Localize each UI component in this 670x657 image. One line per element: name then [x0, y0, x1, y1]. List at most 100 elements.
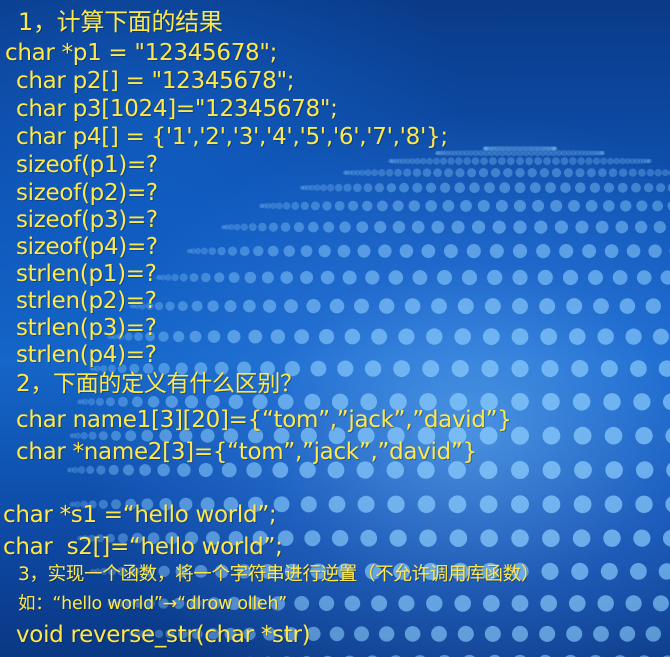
globe-dot	[412, 270, 428, 285]
globe-dot	[399, 182, 409, 193]
globe-dot	[179, 273, 188, 282]
globe-dot	[331, 530, 349, 547]
globe-dot	[291, 201, 300, 210]
globe-dot	[594, 150, 600, 156]
globe-dot	[158, 331, 169, 342]
globe-dot	[399, 244, 414, 258]
globe-dot	[635, 427, 653, 445]
globe-dot	[461, 269, 478, 286]
globe-dot	[306, 299, 321, 314]
globe-dot	[364, 360, 382, 377]
globe-dot	[448, 150, 454, 156]
globe-dot	[76, 399, 82, 404]
globe-dot	[484, 146, 490, 151]
globe-dot	[527, 168, 537, 178]
globe-dot	[66, 467, 71, 473]
globe-dot	[86, 465, 95, 475]
globe-dot	[574, 150, 581, 156]
globe-dot	[495, 199, 508, 212]
globe-dot	[468, 150, 475, 156]
globe-dot	[467, 168, 477, 178]
globe-dot	[451, 150, 458, 156]
globe-dot	[471, 157, 480, 166]
globe-dot	[630, 360, 647, 377]
globe-dot	[457, 298, 474, 315]
globe-dot	[615, 220, 629, 234]
globe-dot	[267, 245, 279, 257]
globe-dot	[638, 168, 646, 177]
globe-dot	[261, 271, 274, 284]
globe-dot	[488, 149, 495, 157]
globe-dot	[442, 200, 455, 212]
globe-dot	[625, 595, 642, 612]
globe-dot	[552, 146, 557, 151]
globe-dot	[293, 222, 304, 233]
globe-dot	[326, 184, 335, 192]
globe-dot	[645, 158, 651, 164]
globe-dot	[411, 220, 425, 234]
globe-dot	[569, 328, 586, 345]
globe-dot	[409, 158, 416, 165]
globe-dot	[388, 159, 393, 164]
globe-dot	[95, 397, 104, 406]
globe-dot	[469, 182, 480, 193]
globe-dot	[515, 146, 520, 151]
globe-dot	[300, 245, 313, 257]
globe-dot	[666, 462, 670, 478]
globe-dot	[222, 224, 227, 230]
globe-dot	[194, 247, 202, 255]
globe-dot	[248, 329, 263, 344]
globe-dot	[512, 298, 528, 315]
globe-dot	[157, 463, 170, 477]
globe-dot	[516, 149, 524, 157]
globe-dot	[393, 360, 410, 377]
globe-dot	[534, 220, 548, 234]
question-3-heading: 3，实现一个函数，将一个字符串进行逆置（不允许调用库函数）	[18, 564, 540, 585]
globe-dot	[343, 183, 352, 192]
globe-dot	[552, 146, 558, 151]
globe-dot	[589, 150, 595, 156]
globe-dot	[328, 495, 346, 513]
globe-dot	[542, 461, 561, 479]
globe-dot	[608, 168, 618, 177]
globe-dot	[569, 157, 577, 165]
globe-dot	[258, 203, 263, 208]
globe-dot	[310, 360, 327, 377]
globe-dot	[522, 149, 530, 157]
globe-dot	[480, 157, 488, 166]
globe-dot	[492, 220, 506, 234]
globe-dot	[572, 393, 591, 411]
globe-dot	[511, 595, 529, 612]
globe-dot	[334, 201, 345, 211]
globe-dot	[228, 272, 240, 283]
globe-dot	[662, 393, 670, 411]
globe-dot	[477, 199, 490, 212]
globe-dot	[553, 146, 558, 151]
globe-dot	[491, 146, 496, 151]
globe-dot	[499, 182, 511, 194]
globe-dot	[479, 461, 498, 479]
globe-dot	[572, 529, 591, 547]
globe-dot	[318, 244, 331, 258]
globe-dot	[493, 149, 501, 157]
globe-dot	[398, 595, 415, 612]
globe-dot	[595, 220, 609, 234]
globe-dot	[265, 202, 272, 209]
globe-dot	[356, 221, 369, 234]
globe-dot	[426, 157, 433, 165]
globe-dot	[593, 298, 609, 314]
globe-dot	[354, 298, 369, 314]
globe-dot	[514, 182, 526, 194]
globe-dot	[634, 220, 648, 234]
globe-dot	[573, 495, 592, 514]
globe-dot	[478, 168, 489, 178]
globe-dot	[660, 270, 670, 285]
globe-dot	[545, 149, 552, 157]
globe-dot	[550, 149, 558, 157]
globe-dot	[484, 298, 501, 315]
globe-dot	[449, 529, 468, 547]
globe-dot	[620, 200, 632, 212]
globe-dot	[619, 298, 636, 314]
globe-dot	[455, 168, 465, 178]
globe-dot	[582, 150, 589, 156]
